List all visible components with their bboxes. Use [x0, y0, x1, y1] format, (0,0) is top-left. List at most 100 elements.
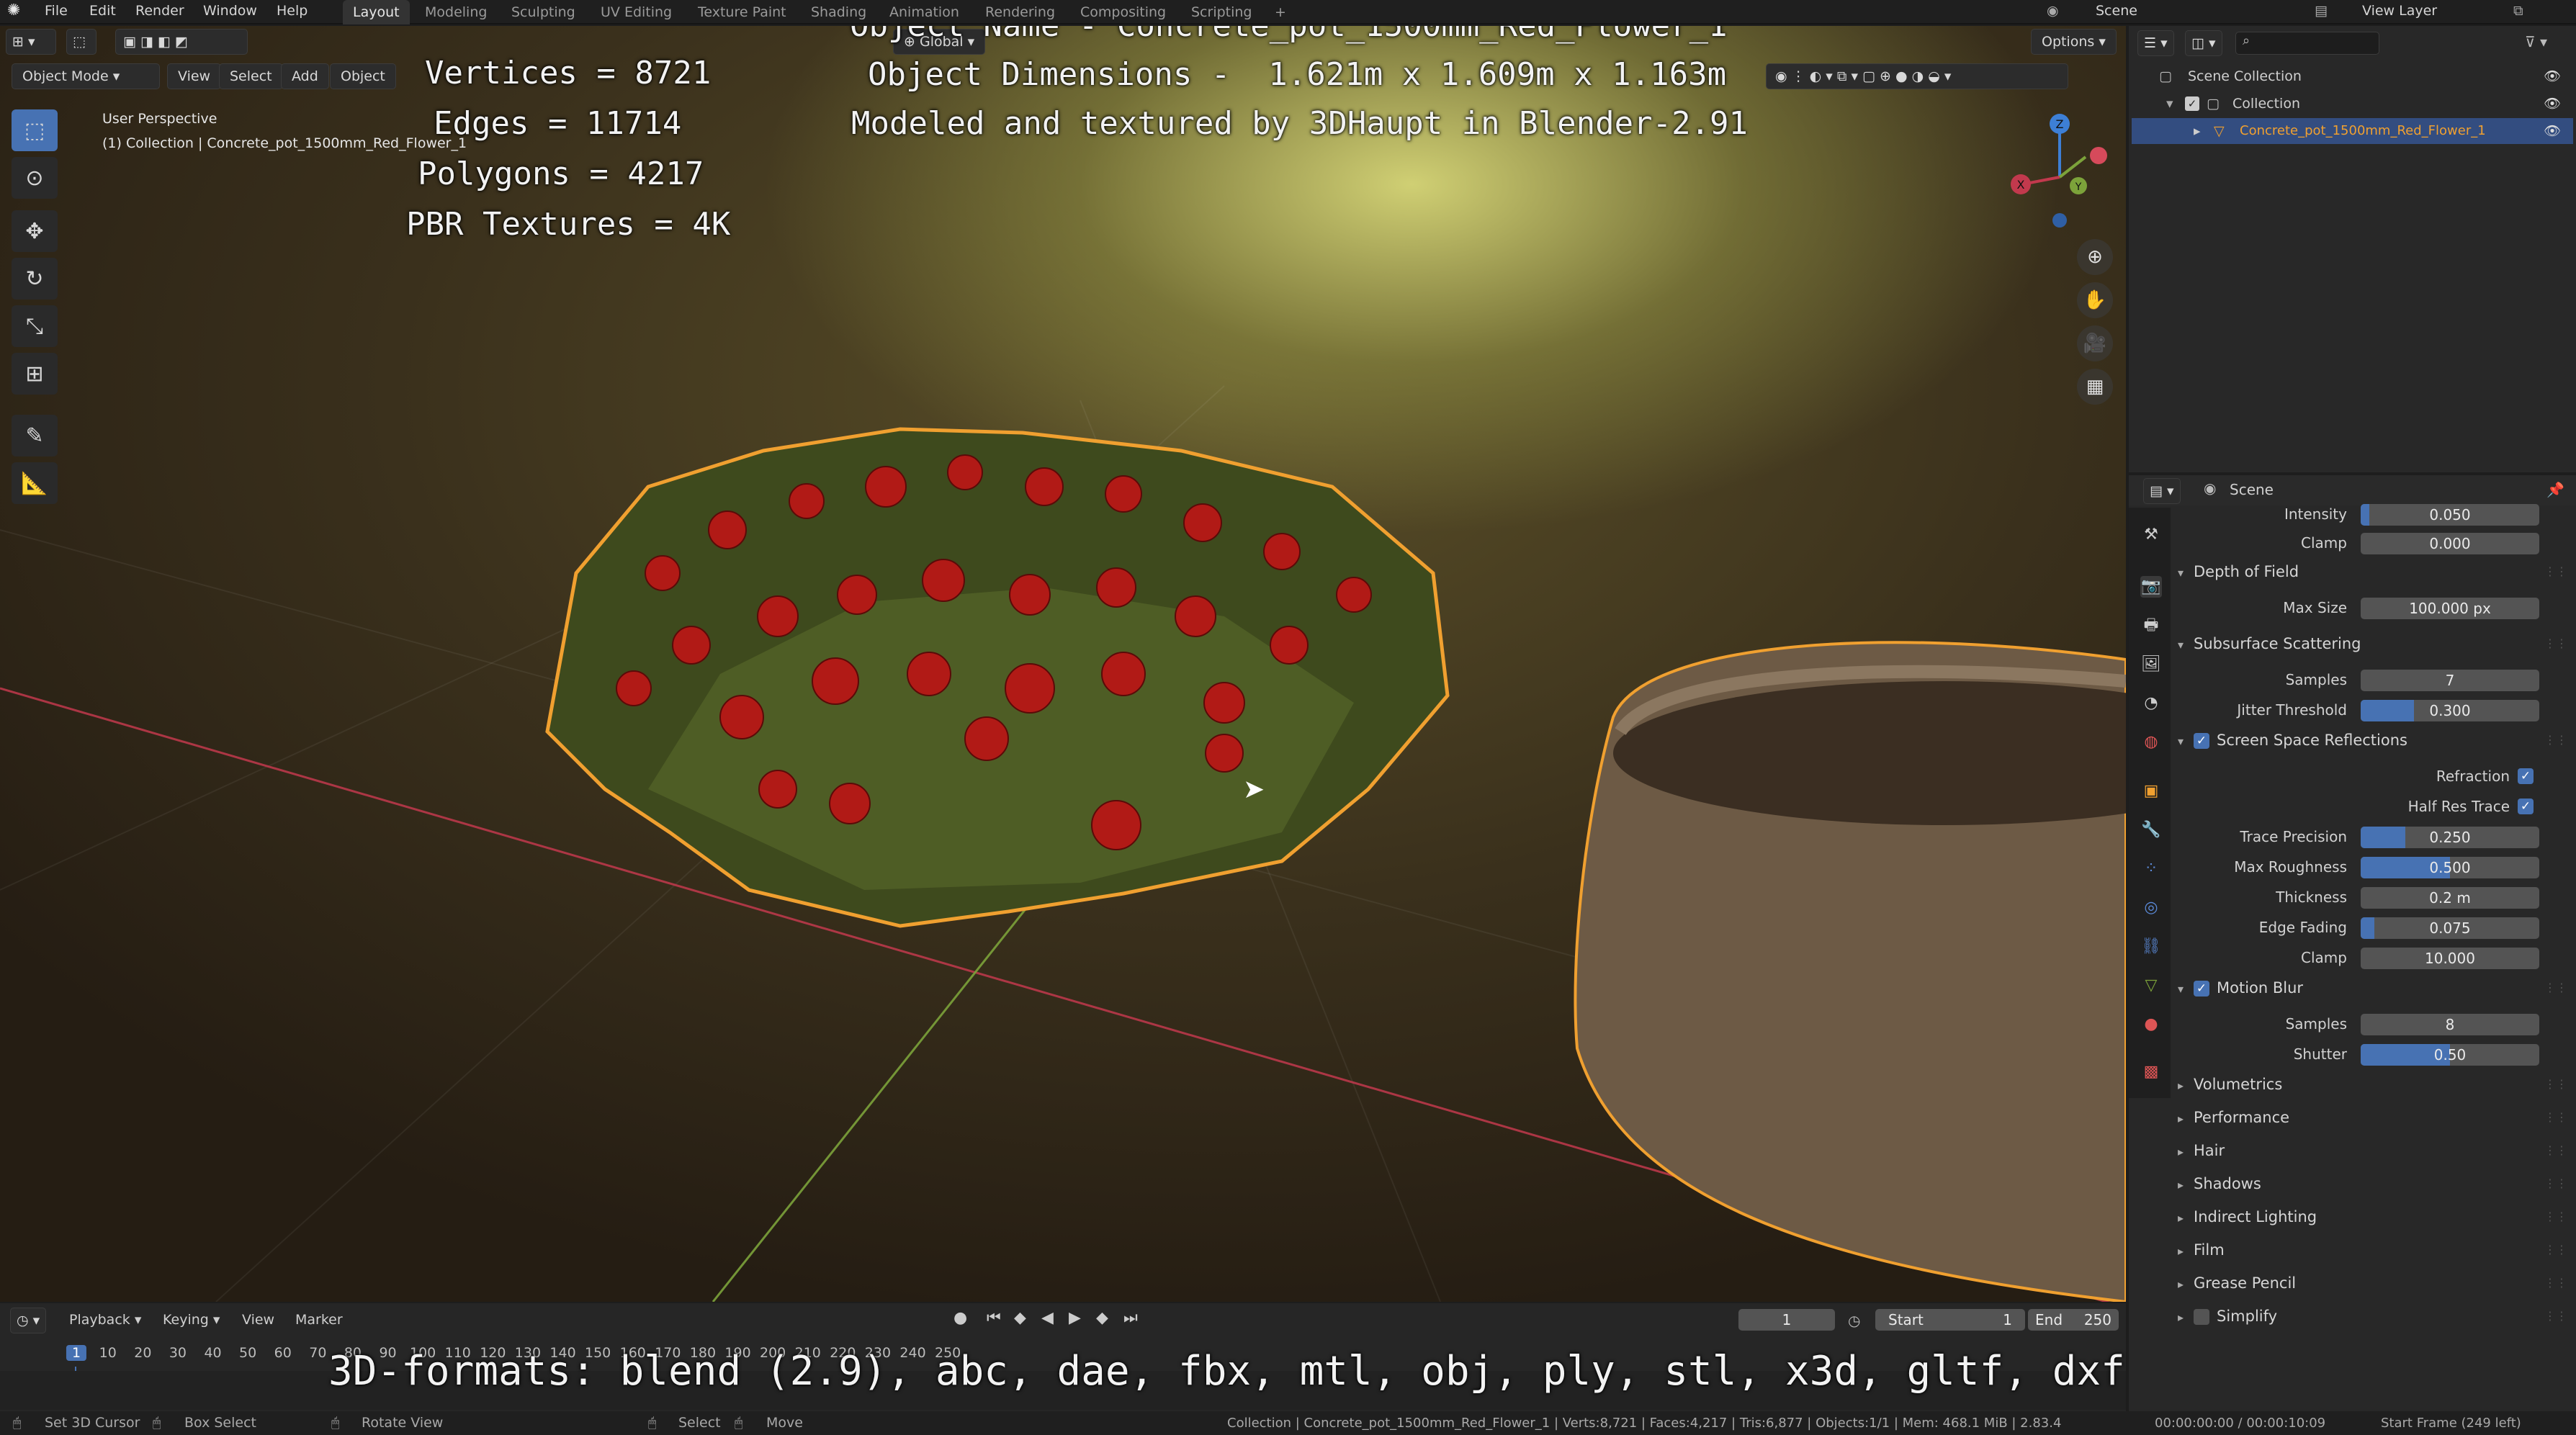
material-tab-icon[interactable]: ● [2140, 1014, 2162, 1035]
menu-help[interactable]: Help [277, 0, 308, 22]
drag-handle-icon[interactable]: ⋮⋮ [2544, 629, 2567, 658]
prop-field-samples[interactable]: 8 [2361, 1014, 2539, 1035]
next-keyframe-icon[interactable]: ◆ [1096, 1309, 1108, 1327]
outliner-display-mode[interactable]: ◫ ▾ [2185, 30, 2222, 56]
play-reverse-icon[interactable]: ◀ [1041, 1309, 1054, 1327]
pin-icon[interactable]: 📌 [2546, 481, 2564, 498]
measure-tool-icon[interactable]: 📐 [12, 462, 58, 504]
scene-icon[interactable]: ◉ [2047, 0, 2059, 22]
outliner-row-object[interactable]: ▸ ▽ Concrete_pot_1500mm_Red_Flower_1 👁 [2132, 118, 2573, 144]
prop-field-clamp[interactable]: 10.000 [2361, 948, 2539, 969]
prop-field-trace-precision[interactable]: 0.250 [2361, 827, 2539, 848]
viewport-menu-add[interactable]: Add [281, 63, 329, 89]
timeline-menu-marker[interactable]: Marker [295, 1312, 343, 1328]
tab-sculpting[interactable]: Sculpting [501, 0, 585, 24]
outliner-row-scene-collection[interactable]: ▢ Scene Collection 👁 [2129, 63, 2576, 89]
scene-selector[interactable]: Scene [2096, 0, 2137, 22]
visibility-eye-icon[interactable]: 👁 [2544, 63, 2561, 89]
end-frame-field[interactable]: End 250 [2028, 1309, 2119, 1331]
move-tool-icon[interactable]: ✥ [12, 210, 58, 252]
timeline-menu-playback[interactable]: Playback ▾ [69, 1312, 141, 1328]
panel-section-performance[interactable]: ▸ Performance ⋮⋮ [2129, 1103, 2576, 1132]
panel-section-volumetrics[interactable]: ▸ Volumetrics ⋮⋮ [2129, 1070, 2576, 1099]
play-icon[interactable]: ▶ [1069, 1309, 1081, 1327]
prop-field-samples[interactable]: 7 [2361, 670, 2539, 691]
cursor-tool-icon[interactable]: ⊙ [12, 157, 58, 199]
view-layer-tab-icon[interactable]: 🖼 [2140, 654, 2162, 675]
scale-tool-icon[interactable]: ⤡ [12, 305, 58, 347]
tab-compositing[interactable]: Compositing [1070, 0, 1176, 24]
drag-handle-icon[interactable]: ⋮⋮ [2544, 1236, 2567, 1264]
prop-field-max-size[interactable]: 100.000 px [2361, 598, 2539, 619]
prev-keyframe-icon[interactable]: ◆ [1014, 1309, 1026, 1327]
clock-icon[interactable]: ◷ [1848, 1312, 1860, 1329]
copy-icon[interactable]: ⧉ [2513, 0, 2523, 22]
drag-handle-icon[interactable]: ⋮⋮ [2544, 1169, 2567, 1198]
prop-checkbox-refraction[interactable]: ✓ [2518, 768, 2534, 784]
panel-section-simplify[interactable]: ▸ Simplify ⋮⋮ [2129, 1302, 2576, 1331]
visibility-eye-icon[interactable]: 👁 [2544, 91, 2561, 117]
view-layer-icon[interactable]: ▤ [2315, 0, 2328, 22]
record-icon[interactable]: ● [953, 1309, 967, 1327]
prop-field-shutter[interactable]: 0.50 [2361, 1044, 2539, 1066]
drag-handle-icon[interactable]: ⋮⋮ [2544, 1070, 2567, 1099]
perspective-toggle-icon[interactable]: ▦ [2077, 369, 2113, 405]
jump-end-icon[interactable]: ⏭ [1123, 1309, 1138, 1327]
annotate-tool-icon[interactable]: ✎ [12, 415, 58, 456]
outliner-editor-type[interactable]: ☰ ▾ [2137, 30, 2174, 56]
expand-arrow-icon[interactable]: ▾ [2166, 91, 2173, 117]
tab-animation[interactable]: Animation [879, 0, 969, 24]
viewport-shading-toolbar[interactable]: ◉ ⋮ ◐ ▾ ⧉ ▾ ▢ ⊕ ● ◑ ◒ ▾ [1766, 63, 2068, 89]
constraints-tab-icon[interactable]: ⛓ [2140, 936, 2162, 958]
drag-handle-icon[interactable]: ⋮⋮ [2544, 726, 2567, 755]
tab-scripting[interactable]: Scripting [1181, 0, 1262, 24]
prop-field-clamp[interactable]: 0.000 [2361, 533, 2539, 554]
timeline-menu-keying[interactable]: Keying ▾ [163, 1312, 220, 1328]
tab-modeling[interactable]: Modeling [415, 0, 497, 24]
panel-section-screen-space-reflections[interactable]: ▾ ✓ Screen Space Reflections ⋮⋮ [2129, 726, 2576, 755]
prop-field-thickness[interactable]: 0.2 m [2361, 887, 2539, 909]
drag-handle-icon[interactable]: ⋮⋮ [2544, 1202, 2567, 1231]
prop-field-edge-fading[interactable]: 0.075 [2361, 917, 2539, 939]
tab-uv-editing[interactable]: UV Editing [591, 0, 682, 24]
panel-enable-checkbox[interactable] [2194, 1309, 2209, 1325]
scene-tab-icon[interactable]: ◔ [2140, 693, 2162, 714]
tool-tab-icon[interactable]: ⚒ [2140, 524, 2162, 546]
tab-shading[interactable]: Shading [801, 0, 876, 24]
output-tab-icon[interactable]: 🖶 [2140, 615, 2162, 636]
timeline-menu-view[interactable]: View [242, 1312, 274, 1328]
add-workspace-icon[interactable]: + [1265, 0, 1296, 24]
particles-tab-icon[interactable]: ⁘ [2140, 858, 2162, 880]
outliner-row-collection[interactable]: ▾ ✓ ▢ Collection 👁 [2129, 91, 2576, 117]
jump-start-icon[interactable]: ⏮ [987, 1309, 1001, 1327]
prop-field-jitter-threshold[interactable]: 0.300 [2361, 700, 2539, 721]
physics-tab-icon[interactable]: ◎ [2140, 897, 2162, 919]
rotate-tool-icon[interactable]: ↻ [12, 258, 58, 300]
timeline-editor-type[interactable]: ◷ ▾ [10, 1308, 47, 1333]
filter-icon[interactable]: ⊽ ▾ [2525, 33, 2547, 50]
prop-field-max-roughness[interactable]: 0.500 [2361, 857, 2539, 878]
viewport-menu-object[interactable]: Object [330, 63, 396, 89]
collection-checkbox[interactable]: ✓ [2185, 96, 2199, 111]
modifier-tab-icon[interactable]: 🔧 [2140, 819, 2162, 841]
menu-render[interactable]: Render [135, 0, 184, 22]
drag-handle-icon[interactable]: ⋮⋮ [2544, 1136, 2567, 1165]
panel-section-subsurface-scattering[interactable]: ▾ Subsurface Scattering ⋮⋮ [2129, 629, 2576, 658]
tab-texture-paint[interactable]: Texture Paint [688, 0, 796, 24]
3d-viewport[interactable]: ⊞ ▾ ⬚ ▣ ◨ ◧ ◩ Object Mode ▾ View Select … [0, 26, 2126, 1302]
panel-section-film[interactable]: ▸ Film ⋮⋮ [2129, 1236, 2576, 1264]
menu-window[interactable]: Window [203, 0, 257, 22]
drag-handle-icon[interactable]: ⋮⋮ [2544, 973, 2567, 1002]
outliner-search-input[interactable] [2235, 32, 2379, 55]
start-frame-field[interactable]: Start 1 [1875, 1309, 2025, 1331]
viewport-menu-view[interactable]: View [167, 63, 222, 89]
selection-mode-icons[interactable]: ▣ ◨ ◧ ◩ [115, 29, 248, 55]
panel-enable-checkbox[interactable]: ✓ [2194, 733, 2209, 749]
expand-arrow-icon[interactable]: ▸ [2194, 118, 2201, 144]
drag-handle-icon[interactable]: ⋮⋮ [2544, 1269, 2567, 1297]
drag-handle-icon[interactable]: ⋮⋮ [2544, 557, 2567, 586]
blender-logo-icon[interactable]: ✺ [7, 0, 20, 22]
viewport-menu-select[interactable]: Select [219, 63, 283, 89]
current-frame-field[interactable]: 1 [1738, 1309, 1835, 1331]
panel-section-indirect-lighting[interactable]: ▸ Indirect Lighting ⋮⋮ [2129, 1202, 2576, 1231]
